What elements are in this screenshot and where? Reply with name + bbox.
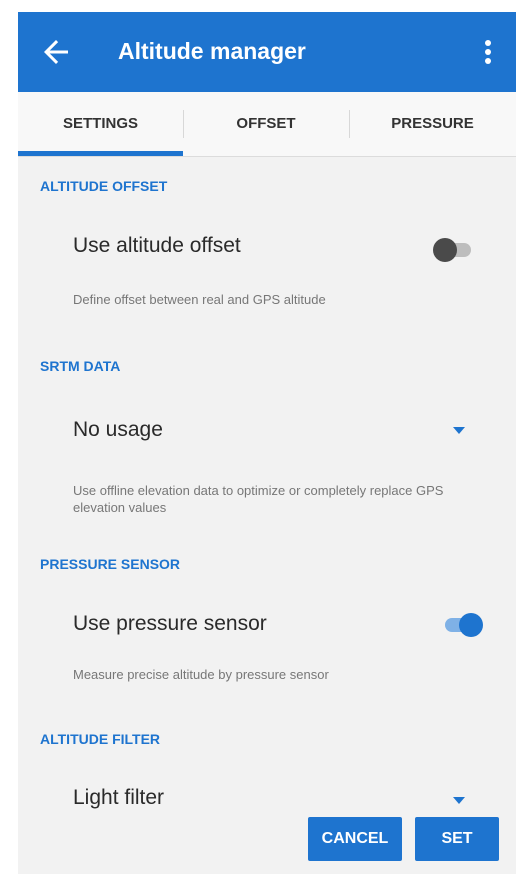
section-header-altitude-filter: ALTITUDE FILTER [40, 731, 161, 747]
screen: Altitude manager SETTINGS OFFSET PRESSUR… [18, 12, 516, 874]
overflow-menu-button[interactable] [474, 34, 502, 70]
switch-thumb [459, 613, 483, 637]
app-bar: Altitude manager [18, 12, 516, 92]
tab-offset[interactable]: OFFSET [183, 92, 349, 156]
page-title: Altitude manager [118, 38, 306, 64]
set-button[interactable]: SET [415, 817, 499, 861]
altitude-offset-pref[interactable]: Use altitude offset Define offset betwee… [18, 220, 516, 320]
arrow-left-icon [44, 40, 68, 64]
tab-settings[interactable]: SETTINGS [18, 92, 183, 156]
back-button[interactable] [38, 34, 74, 70]
more-vert-icon [485, 40, 491, 64]
switch-thumb [433, 238, 457, 262]
pressure-sensor-switch[interactable] [441, 611, 483, 637]
altitude-offset-summary: Define offset between real and GPS altit… [73, 292, 326, 307]
pressure-sensor-title: Use pressure sensor [73, 612, 267, 635]
srtm-data-pref[interactable]: No usage Use offline elevation data to o… [18, 388, 516, 518]
active-tab-indicator [18, 151, 183, 156]
srtm-data-summary: Use offline elevation data to optimize o… [73, 483, 444, 515]
altitude-filter-value: Light filter [73, 786, 165, 809]
altitude-filter-pref[interactable]: Light filter [18, 772, 516, 812]
altitude-offset-switch[interactable] [433, 236, 475, 262]
section-header-srtm-data: SRTM DATA [40, 358, 121, 374]
pressure-sensor-summary: Measure precise altitude by pressure sen… [73, 667, 329, 682]
pressure-sensor-pref[interactable]: Use pressure sensor Measure precise alti… [18, 598, 516, 698]
section-header-altitude-offset: ALTITUDE OFFSET [40, 178, 168, 194]
section-header-pressure-sensor: PRESSURE SENSOR [40, 556, 181, 572]
srtm-data-value: No usage [73, 418, 163, 441]
dropdown-arrow-icon [453, 427, 465, 434]
tab-bar: SETTINGS OFFSET PRESSURE [18, 92, 516, 157]
dropdown-arrow-icon [453, 797, 465, 804]
tab-pressure[interactable]: PRESSURE [349, 92, 516, 156]
cancel-button[interactable]: CANCEL [308, 817, 402, 861]
altitude-offset-title: Use altitude offset [73, 234, 241, 257]
